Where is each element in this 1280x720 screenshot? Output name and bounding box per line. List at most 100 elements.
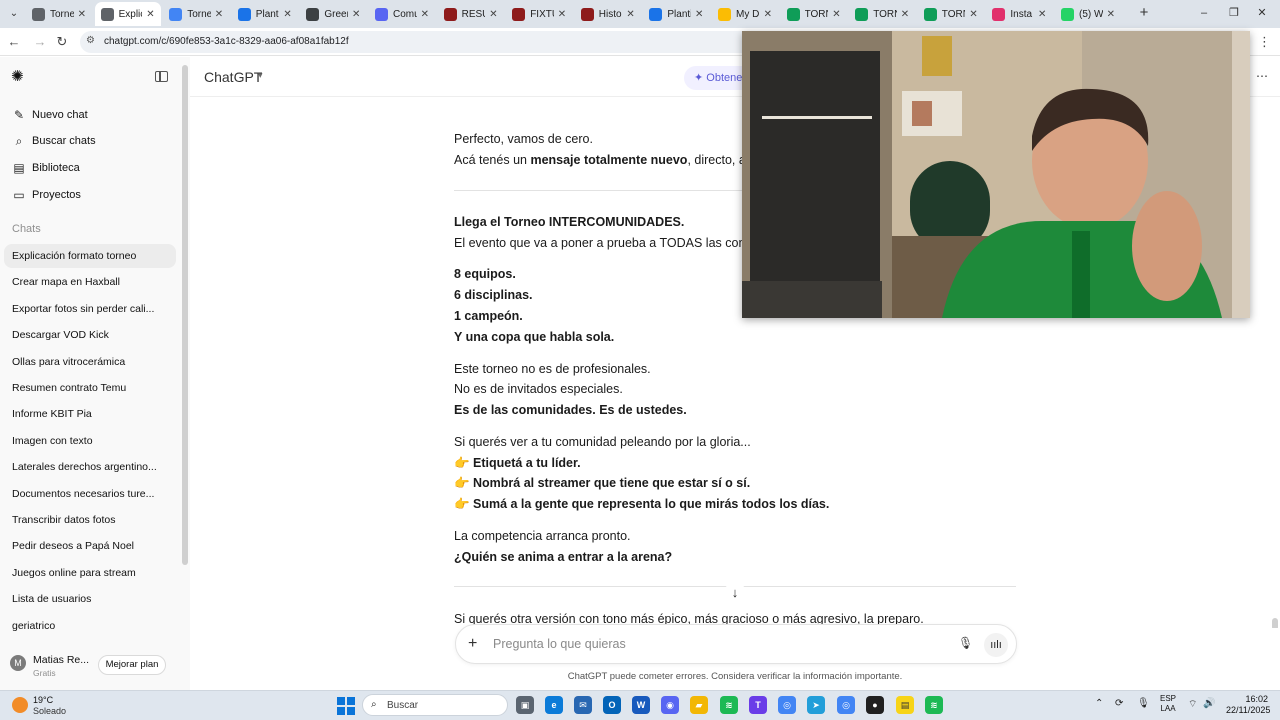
chat-history-item[interactable]: Documentos necesarios ture... [4,482,176,506]
tab-close-icon[interactable]: ✕ [1107,9,1115,20]
model-selector[interactable]: ChatGPT [204,69,262,85]
browser-tab[interactable]: Torne ✕ [163,2,229,26]
new-chat-button[interactable]: ✎ Nuevo chat [12,103,180,127]
chat-history-item[interactable]: Explicación formato torneo [4,244,176,268]
tray-chevron-icon[interactable]: ⌃ [1095,698,1103,709]
add-attachment-icon[interactable]: + [468,635,477,653]
tab-close-icon[interactable]: ✕ [215,9,223,20]
input-language[interactable]: ESP LAA [1160,694,1176,714]
windows-start-icon[interactable] [337,697,355,715]
back-icon[interactable]: ← [5,33,23,51]
chat-history-item[interactable]: Resumen contrato Temu [4,376,176,400]
chevron-down-icon[interactable]: ▾ [258,70,263,81]
tray-sync-icon[interactable]: ⟳ [1115,698,1123,709]
browser-tab[interactable]: Green ✕ [300,2,366,26]
scroll-down-arrow-icon[interactable]: ↓ [724,582,746,604]
system-clock[interactable]: 16:02 22/11/2025 [1226,694,1270,716]
browser-tab[interactable]: TORN✕ [781,2,847,26]
browser-tab[interactable]: Explic✕ [94,2,161,26]
forward-icon[interactable]: → [31,33,49,51]
browser-tab[interactable]: RESUL✕ [438,2,504,26]
chat-history-item[interactable]: Crear mapa en Haxball [4,270,176,294]
browser-tab[interactable]: TORN✕ [849,2,915,26]
edge-icon[interactable]: e [545,696,563,714]
reload-icon[interactable]: ↻ [53,33,71,51]
microphone-icon[interactable]: 🎙 [958,636,973,650]
tab-close-icon[interactable]: ✕ [421,9,429,20]
file-explorer-icon[interactable]: ▰ [690,696,708,714]
task-view-icon[interactable]: ▣ [516,696,534,714]
upgrade-plan-button[interactable]: Mejorar plan [98,655,166,675]
browser-tab[interactable]: FIXTU ✕ [506,2,572,26]
tab-close-icon[interactable]: ✕ [283,9,291,20]
mail-icon[interactable]: ✉ [574,696,592,714]
chat-history-item[interactable]: Lista de usuarios [4,587,176,611]
tab-close-icon[interactable]: ✕ [969,9,977,20]
obs-icon[interactable]: ● [866,696,884,714]
chat-history-item[interactable]: geriatrico [4,614,176,638]
browser-menu-icon[interactable]: ⋮ [1258,34,1271,50]
tab-close-icon[interactable]: ✕ [626,9,634,20]
chat-history-item[interactable]: Exportar fotos sin perder cali... [4,297,176,321]
chat-history-item[interactable]: Ollas para vitrocerámica [4,350,176,374]
tray-microphone-icon[interactable]: 🎙 [1137,698,1150,709]
tab-close-icon[interactable]: ✕ [489,9,497,20]
spotify-icon[interactable]: ≋ [720,696,738,714]
telegram-icon[interactable]: ➤ [807,696,825,714]
minimize-icon[interactable]: – [1194,5,1214,21]
webcam-overlay[interactable] [742,31,1250,318]
browser-tab[interactable]: TORN✕ [918,2,984,26]
browser-tab[interactable]: Torne ✕ [26,2,92,26]
omnibox[interactable]: ⚙ chatgpt.com/c/690fe853-3a1c-8329-aa06-… [80,31,780,53]
tab-close-icon[interactable]: ✕ [558,9,566,20]
tab-close-icon[interactable]: ✕ [352,9,360,20]
site-info-icon[interactable]: ⚙ [86,35,95,46]
discord-icon[interactable]: ◉ [661,696,679,714]
tab-search-icon[interactable]: ⌄ [6,6,22,22]
sidebar-toggle-icon[interactable] [155,71,168,82]
chat-history-item[interactable]: Laterales derechos argentino... [4,455,176,479]
tab-close-icon[interactable]: ✕ [901,9,909,20]
prompt-input[interactable] [493,634,913,654]
weather-description[interactable]: Soleado [33,706,66,716]
browser-tab[interactable]: Planti ✕ [643,2,709,26]
avatar[interactable]: M [10,655,26,671]
chat-history-item[interactable]: Descargar VOD Kick [4,323,176,347]
url-text[interactable]: chatgpt.com/c/690fe853-3a1c-8329-aa06-af… [104,36,349,47]
volume-icon[interactable]: 🔊 [1203,698,1215,709]
chat-history-item[interactable]: Imagen con texto [4,429,176,453]
openai-logo-icon[interactable]: ✺ [11,69,27,85]
window-close-icon[interactable]: ✕ [1252,5,1272,21]
browser-tab[interactable]: Insta ✕ [986,2,1052,26]
spotify-mini-icon[interactable]: ≋ [925,696,943,714]
library-button[interactable]: ▤ Biblioteca [12,156,180,180]
voice-mode-icon[interactable]: ıılı [984,633,1008,657]
tab-close-icon[interactable]: ✕ [764,9,772,20]
tab-close-icon[interactable]: ✕ [78,9,86,20]
projects-button[interactable]: ▭ Proyectos [12,183,180,207]
browser-tab[interactable]: Planti ✕ [232,2,298,26]
more-options-icon[interactable]: ⋯ [1256,69,1268,83]
chat-history-item[interactable]: Juegos online para stream [4,561,176,585]
maximize-icon[interactable]: ❐ [1224,5,1244,21]
tab-close-icon[interactable]: ✕ [1038,9,1046,20]
weather-temperature[interactable]: 19°C [33,695,53,705]
chat-history-item[interactable]: Informe KBIT Pia [4,402,176,426]
browser-tab[interactable]: Comu ✕ [369,2,435,26]
browser-tab[interactable]: Histor ✕ [575,2,641,26]
browser-tab[interactable]: (5) W ✕ [1055,2,1121,26]
sticky-notes-icon[interactable]: ▤ [896,696,914,714]
browser-tab[interactable]: My Di ✕ [712,2,778,26]
chat-history-item[interactable]: Pedir deseos a Papá Noel [4,534,176,558]
wifi-icon[interactable]: ⌔ [1188,698,1197,711]
chat-history-item[interactable]: Transcribir datos fotos [4,508,176,532]
search-chats-button[interactable]: ⌕ Buscar chats [12,129,180,153]
sidebar-scrollbar[interactable] [182,65,188,565]
new-tab-button[interactable]: + [1136,5,1152,21]
main-scrollbar[interactable] [1272,618,1278,628]
teams-icon[interactable]: T [749,696,767,714]
taskbar-search[interactable]: ⌕ Buscar [362,694,508,716]
tab-close-icon[interactable]: ✕ [832,9,840,20]
weather-sun-icon[interactable] [12,697,28,713]
chrome-profile-icon[interactable]: ◎ [837,696,855,714]
